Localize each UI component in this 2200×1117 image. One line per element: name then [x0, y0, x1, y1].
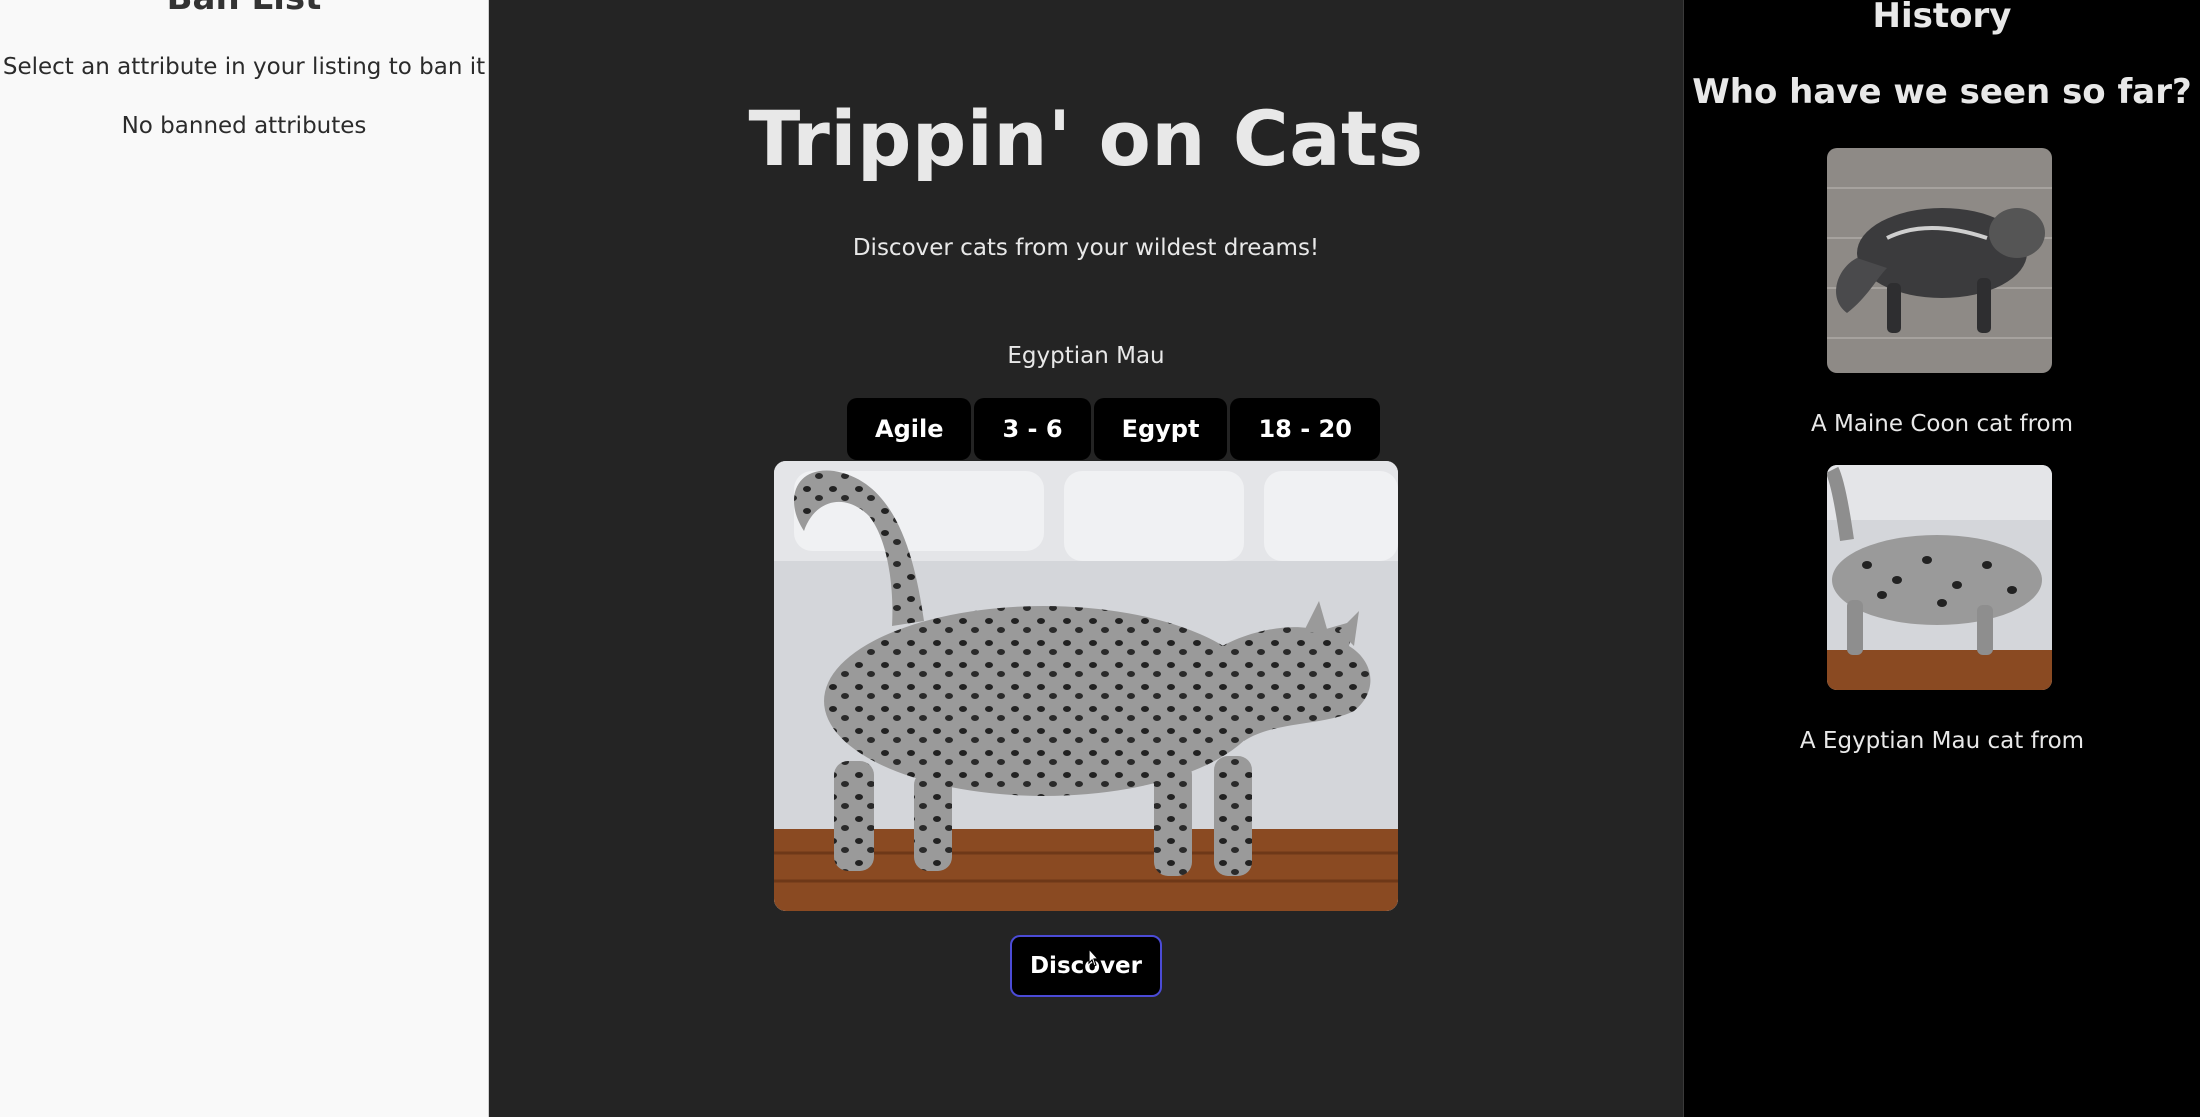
attribute-button-origin[interactable]: Egypt	[1093, 398, 1228, 460]
attribute-button-lifespan[interactable]: 18 - 20	[1230, 398, 1380, 460]
history-title: History	[1872, 0, 2012, 36]
main-panel: Trippin' on Cats Discover cats from your…	[489, 0, 1683, 1117]
attribute-buttons: Agile 3 - 6 Egypt 18 - 20	[847, 398, 1380, 460]
history-caption: A Maine Coon cat from	[1810, 411, 2074, 437]
history-image-egyptian-mau	[1827, 465, 2052, 690]
tagline: Discover cats from your wildest dreams!	[852, 235, 1320, 261]
breed-name: Egyptian Mau	[1007, 343, 1165, 369]
history-subtitle: Who have we seen so far?	[1692, 72, 2192, 112]
ban-list-empty-text: No banned attributes	[121, 113, 367, 139]
history-caption: A Egyptian Mau cat from	[1799, 728, 2085, 754]
ban-list-instruction: Select an attribute in your listing to b…	[2, 54, 486, 80]
ban-list-panel: Ban List Select an attribute in your lis…	[0, 0, 489, 1117]
attribute-button-weight[interactable]: 3 - 6	[974, 398, 1091, 460]
attribute-button-temperament[interactable]: Agile	[847, 398, 972, 460]
cat-photo	[774, 461, 1398, 911]
history-panel: History Who have we seen so far? A Maine…	[1683, 0, 2200, 1117]
mouse-cursor-icon	[1088, 947, 1100, 967]
history-image-maine-coon	[1827, 148, 2052, 373]
page-title: Trippin' on Cats	[748, 94, 1424, 183]
ban-list-title: Ban List	[0, 0, 488, 18]
